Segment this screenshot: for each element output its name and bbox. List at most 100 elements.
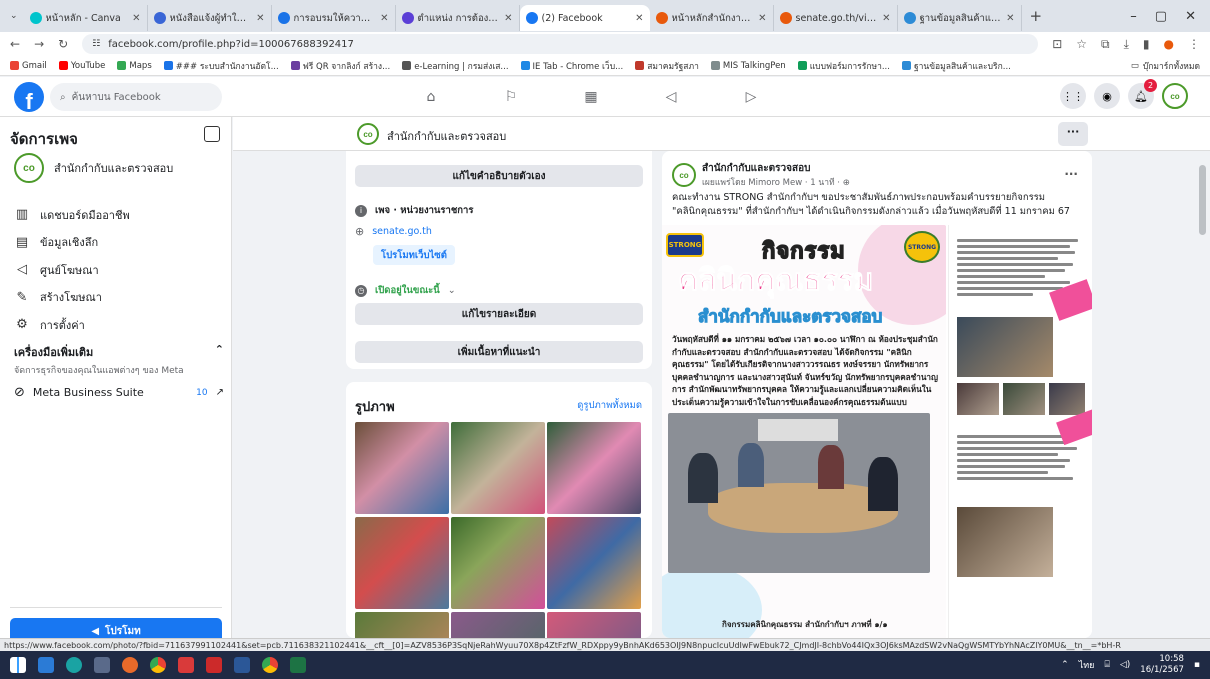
post-author[interactable]: สำนักกำกับและตรวจสอบ [702, 161, 810, 176]
sidebar-item-settings[interactable]: ⚙ การตั้งค่า [14, 311, 130, 339]
file-explorer-icon[interactable] [38, 657, 54, 673]
sidebar-item-create-ad[interactable]: ✎ สร้างโฆษณา [14, 284, 130, 312]
bookmark-item[interactable]: ### ระบบสำนักงานอัตโ... [163, 59, 279, 73]
add-featured-button[interactable]: เพิ่มเนื้อหาที่แนะนำ [355, 341, 643, 363]
website-link[interactable]: senate.go.th [372, 226, 432, 237]
photo-thumbnail[interactable] [547, 422, 641, 514]
video-icon[interactable]: ▷ [740, 89, 762, 105]
bookmark-item[interactable]: แบบฟอร์มการรักษา... [797, 59, 890, 73]
app-icon[interactable] [178, 657, 194, 673]
browser-tab[interactable]: การอบรมให้ความรู้และความเข้า✕ [272, 5, 396, 31]
dashboard-icon[interactable]: ▦ [580, 89, 602, 105]
new-tab-button[interactable]: + [1022, 7, 1051, 25]
all-bookmarks-folder[interactable]: ▭ บุ๊กมาร์กทั้งหมด [1131, 59, 1200, 73]
promote-website-button[interactable]: โปรโมทเว็บไซต์ [373, 245, 455, 265]
flag-icon[interactable]: ⚐ [500, 89, 522, 105]
edit-bio-button[interactable]: แก้ไขคำอธิบายตัวเอง [355, 165, 643, 187]
app-icon[interactable] [122, 657, 138, 673]
close-tab-icon[interactable]: ✕ [256, 13, 264, 24]
forward-arrow-icon[interactable]: → [34, 37, 44, 51]
close-tab-icon[interactable]: ✕ [758, 13, 766, 24]
translate-icon[interactable]: ⊡ [1052, 37, 1062, 52]
edge-icon[interactable] [66, 657, 82, 673]
download-icon[interactable]: ⤓ [1124, 37, 1129, 52]
url-field[interactable]: ☷ facebook.com/profile.php?id=1000676883… [82, 34, 1039, 54]
page-header-name[interactable]: สำนักกำกับและตรวจสอบ [387, 127, 506, 145]
extensions-icon[interactable]: ⧉ [1101, 37, 1110, 52]
bookmark-item[interactable]: Gmail [10, 59, 47, 73]
close-tab-icon[interactable]: ✕ [132, 13, 140, 24]
close-tab-icon[interactable]: ✕ [380, 13, 388, 24]
browser-tab[interactable]: senate.go.th/view/351/✕ [774, 5, 898, 31]
tab-search-icon[interactable]: ⌄ [4, 11, 24, 21]
back-arrow-icon[interactable]: ← [10, 37, 20, 51]
photo-thumbnail[interactable] [355, 422, 449, 514]
bookmark-item[interactable]: YouTube [58, 59, 105, 73]
notification-icon[interactable]: ▪ [1194, 660, 1200, 670]
word-icon[interactable] [234, 657, 250, 673]
facebook-logo[interactable]: f [14, 82, 44, 112]
photo-thumbnail[interactable] [451, 422, 545, 514]
bookmark-item[interactable]: ฐานข้อมูลสินค้าและบริก... [901, 59, 1011, 73]
language-indicator[interactable]: ไทย [1079, 658, 1095, 672]
photo-thumbnail[interactable] [547, 612, 641, 638]
windows-start-icon[interactable] [10, 657, 26, 673]
sidebar-item-insights[interactable]: ▤ ข้อมูลเชิงลึก [14, 229, 130, 257]
taskbar-clock[interactable]: 10:58 16/1/2567 [1140, 654, 1184, 676]
photo-thumbnail[interactable] [355, 612, 449, 638]
close-tab-icon[interactable]: ✕ [635, 13, 643, 24]
photo-thumbnail[interactable] [547, 517, 641, 609]
scrollbar-thumb[interactable] [1199, 165, 1206, 235]
see-all-photos-link[interactable]: ดูรูปภาพทั้งหมด [577, 398, 642, 413]
bookmark-item[interactable]: Maps [117, 59, 152, 73]
facebook-search-input[interactable]: ⌕ ค้นหาบน Facebook [50, 83, 222, 111]
account-avatar[interactable]: co [1162, 83, 1188, 109]
chevron-up-icon[interactable]: ⌃ [1061, 660, 1069, 670]
menu-grid-icon[interactable]: ⋮⋮ [1060, 83, 1086, 109]
megaphone-icon[interactable]: ◁ [660, 89, 682, 105]
excel-icon[interactable] [290, 657, 306, 673]
bookmark-item[interactable]: สมาคมรัฐสภา [635, 59, 699, 73]
notifications-bell-icon[interactable]: 🔔︎ 2 [1128, 79, 1157, 109]
bookmark-star-icon[interactable]: ☆ [1076, 37, 1087, 52]
profile-icon[interactable]: ● [1164, 37, 1174, 52]
chrome-icon[interactable] [150, 657, 166, 673]
browser-tab[interactable]: ตำแหน่ง การต้องถือหุ้น✕ [396, 5, 520, 31]
photo-thumbnail[interactable] [451, 517, 545, 609]
home-icon[interactable]: ⌂ [420, 89, 442, 105]
page-scrollbar[interactable] [1195, 151, 1210, 638]
browser-tab[interactable]: หน้าหลักสำนักงานเลขาธิการ✕ [650, 5, 774, 31]
page-header-avatar[interactable]: co [357, 123, 379, 145]
close-tab-icon[interactable]: ✕ [1006, 13, 1014, 24]
browser-tab[interactable]: หนังสือแจ้งผู้ทำให้มีผลกระทบ✕ [148, 5, 272, 31]
post-image[interactable]: STRONG STRONG กิจกรรม คลินิกคุณธรรม สำนั… [662, 225, 1092, 638]
page-more-button[interactable]: ··· [1058, 122, 1088, 146]
app-icon[interactable] [94, 657, 110, 673]
network-icon[interactable]: ⌸ [1104, 660, 1109, 670]
maximize-button[interactable]: ▢ [1155, 9, 1167, 24]
collapse-sidebar-icon[interactable] [204, 126, 220, 142]
volume-icon[interactable]: ◁) [1120, 660, 1130, 670]
messenger-icon[interactable]: ◉ [1094, 83, 1120, 109]
chevron-up-icon[interactable]: ⌃ [215, 343, 224, 361]
open-hours-row[interactable]: ◷ เปิดอยู่ในขณะนี้ ⌄ [355, 283, 456, 298]
close-tab-icon[interactable]: ✕ [882, 13, 890, 24]
post-author-avatar[interactable]: co [672, 163, 696, 187]
chrome-icon[interactable] [262, 657, 278, 673]
meta-business-suite-link[interactable]: ⊘ Meta Business Suite 10 ↗ [14, 385, 224, 400]
more-tools-section[interactable]: เครื่องมือเพิ่มเติม ⌃ จัดการธุรกิจของคุณใ… [14, 343, 224, 377]
browser-tab[interactable]: ฐานข้อมูลสินค้าและบริการที่✕ [898, 5, 1022, 31]
bookmark-item[interactable]: ฟรี QR จากลิงก์ สร้าง... [290, 59, 390, 73]
close-window-button[interactable]: ✕ [1185, 9, 1196, 24]
sidebar-page-switcher[interactable]: co สำนักกำกับและตรวจสอบ [14, 153, 173, 183]
photo-thumbnail[interactable] [355, 517, 449, 609]
photo-thumbnail[interactable] [451, 612, 545, 638]
bookmark-item[interactable]: MIS TalkingPen [710, 59, 786, 73]
sidebar-item-professional-dashboard[interactable]: ▥ แดชบอร์ดมืออาชีพ [14, 201, 130, 229]
edit-details-button[interactable]: แก้ไขรายละเอียด [355, 303, 643, 325]
browser-tab[interactable]: (2) Facebook ✕ [519, 5, 650, 31]
pdf-icon[interactable] [206, 657, 222, 673]
site-info-icon[interactable]: ☷ [92, 39, 100, 49]
sidebar-item-ad-center[interactable]: ◁ ศูนย์โฆษณา [14, 256, 130, 284]
post-options-icon[interactable]: ··· [1064, 167, 1078, 181]
